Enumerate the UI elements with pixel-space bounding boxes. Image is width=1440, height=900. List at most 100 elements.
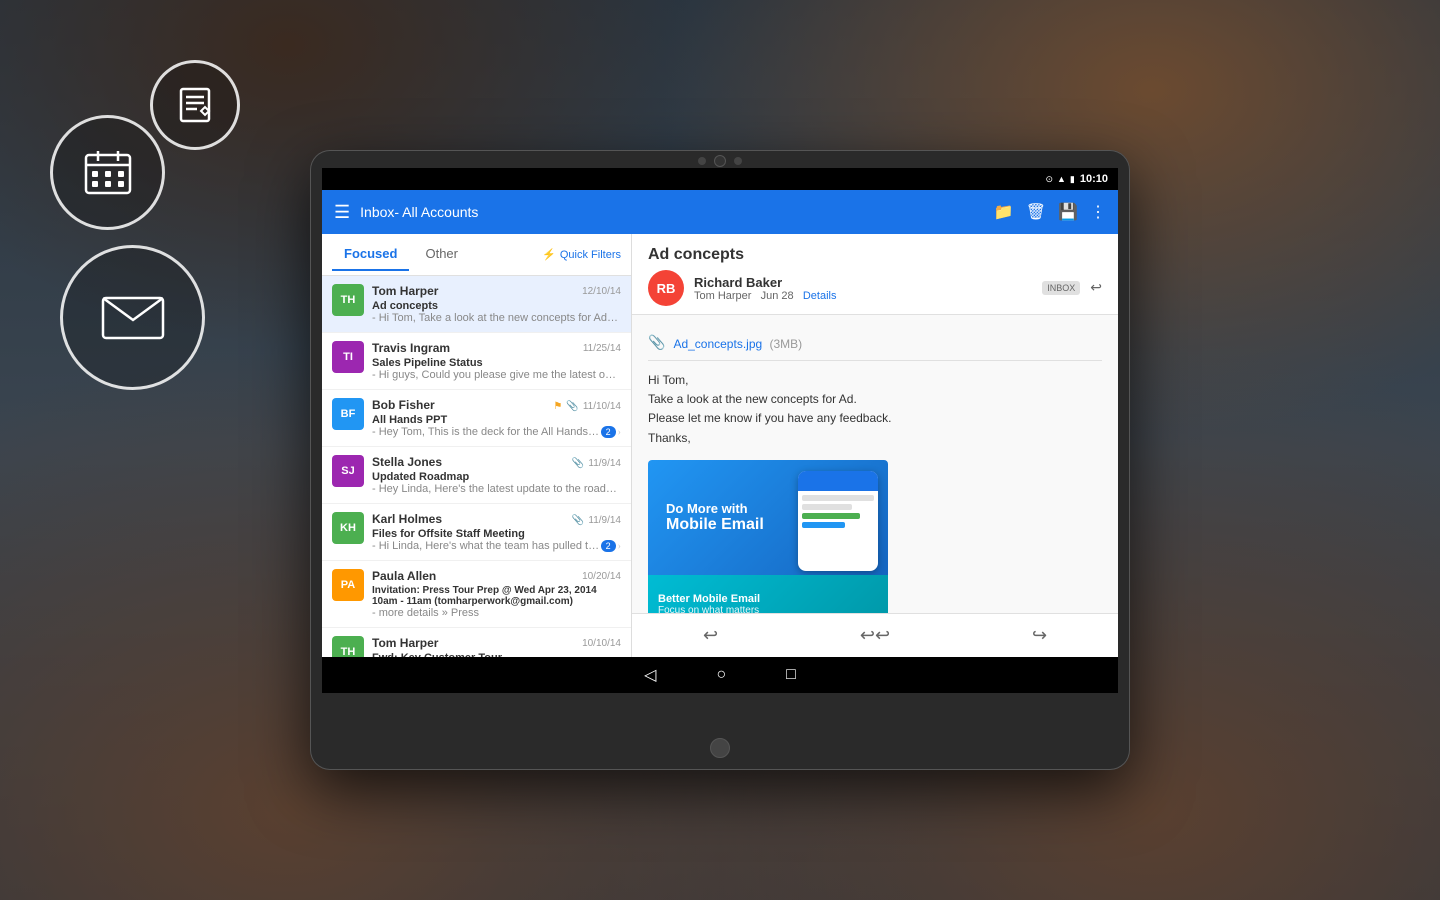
mail-icon [98,290,168,345]
promo-text-2: Better Mobile Email Focus on what matter… [658,593,760,613]
inbox-badge: INBOX [1042,281,1080,295]
status-time: 10:10 [1080,173,1108,185]
notes-icon [173,83,217,127]
save-icon-button[interactable]: 💾 [1058,202,1078,222]
recent-nav-button[interactable]: □ [786,666,796,684]
badge-5: 2 [601,540,616,552]
email-header-1: Tom Harper 12/10/14 [372,284,621,298]
email-content-4: Stella Jones 📎 11/9/14 Updated Roadmap -… [372,455,621,495]
reply-button[interactable]: ↩ [703,625,718,646]
phone-line-1 [802,495,874,501]
email-meta-4: 📎 11/9/14 [572,458,621,469]
email-badge-row-5: 2 › [601,540,621,552]
email-preview-5: - Hi Linda, Here's what the team has pul… [372,540,601,552]
detail-date: Jun 28 [761,290,794,302]
app-bar-actions: 📁 🗑 💾 ⋮ [994,202,1106,222]
email-content-1: Tom Harper 12/10/14 Ad concepts - Hi Tom… [372,284,621,324]
email-date-1: 12/10/14 [582,286,621,297]
lightning-icon: ⚡ [542,248,556,261]
tab-focused[interactable]: Focused [332,238,409,271]
promo-banner-2: Better Mobile Email Focus on what matter… [648,575,888,613]
badge-3: 2 [601,426,616,438]
email-date-6: 10/20/14 [582,571,621,582]
forward-button[interactable]: ↪ [1032,625,1047,646]
reply-all-button[interactable]: ↩↩ [860,625,890,646]
email-badge-row-3: 2 › [601,426,621,438]
email-subject-4: Updated Roadmap [372,471,621,483]
status-icons: ⊙ ▲ ▮ [1045,174,1074,185]
email-subject-5: Files for Offsite Staff Meeting [372,528,621,540]
detail-sender-name: Richard Baker [694,275,1032,290]
promo-line-1a: Do More with [666,501,780,516]
phone-illustration [798,471,878,571]
email-preview-row-3: - Hey Tom, This is the deck for the All … [372,426,621,438]
email-preview-2: - Hi guys, Could you please give me the … [372,369,621,381]
tabs-row: Focused Other ⚡ Quick Filters [322,234,631,276]
email-item-2[interactable]: TI Travis Ingram 11/25/14 Sales Pipeline… [322,333,631,390]
attachment-name[interactable]: Ad_concepts.jpg (3MB) [673,337,802,351]
home-nav-button[interactable]: ○ [716,666,726,684]
status-bar: ⊙ ▲ ▮ 10:10 [322,168,1118,190]
email-header-7: Tom Harper 10/10/14 [372,636,621,650]
paperclip-icon-4: 📎 [572,458,584,469]
email-image-preview: Do More with Mobile Email [648,460,888,613]
tablet-home-button[interactable] [710,738,730,758]
android-nav-bar: ◁ ○ □ [322,657,1118,693]
delete-icon-button[interactable]: 🗑 [1026,202,1046,222]
phone-line-3 [802,513,860,519]
attachment-row: 📎 Ad_concepts.jpg (3MB) [648,327,1102,361]
email-item-5[interactable]: KH Karl Holmes 📎 11/9/14 Files for Off [322,504,631,561]
promo-line-2b: Focus on what matters [658,605,760,613]
email-sender-4: Stella Jones [372,455,442,469]
email-subject-6: Invitation: Press Tour Prep @ Wed Apr 23… [372,585,621,607]
app-bar-title: Inbox- All Accounts [360,204,984,220]
tablet-camera [698,155,742,167]
email-sender-7: Tom Harper [372,636,438,650]
email-subject-2: Sales Pipeline Status [372,357,621,369]
email-content-5: Karl Holmes 📎 11/9/14 Files for Offsite … [372,512,621,552]
email-sender-3: Bob Fisher [372,398,435,412]
email-preview-row-5: - Hi Linda, Here's what the team has pul… [372,540,621,552]
email-item-7[interactable]: TH Tom Harper 10/10/14 Fwd: Key Customer… [322,628,631,657]
email-header-3: Bob Fisher ⚑ 📎 11/10/14 [372,398,621,412]
paperclip-icon-3: 📎 [566,401,578,412]
email-content-6: Paula Allen 10/20/14 Invitation: Press T… [372,569,621,619]
email-preview-6: - more details » Press [372,607,621,619]
phone-line-4 [802,522,845,528]
tablet-frame: ⊙ ▲ ▮ 10:10 ☰ Inbox- All Accounts 📁 🗑 💾 … [310,150,1130,770]
reply-icon-header[interactable]: ↩ [1090,280,1102,297]
tablet-container: ⊙ ▲ ▮ 10:10 ☰ Inbox- All Accounts 📁 🗑 💾 … [310,150,1130,770]
hamburger-menu-button[interactable]: ☰ [334,202,350,223]
detail-sender-info: Richard Baker Tom Harper Jun 28 Details [694,275,1032,302]
mail-icon-circle [60,245,205,390]
overflow-menu-button[interactable]: ⋮ [1090,202,1106,222]
app-screen: ⊙ ▲ ▮ 10:10 ☰ Inbox- All Accounts 📁 🗑 💾 … [322,168,1118,693]
email-content-7: Tom Harper 10/10/14 Fwd: Key Customer To… [372,636,621,657]
detail-details-link[interactable]: Details [803,290,837,302]
email-detail-panel: Ad concepts RB Richard Baker Tom Harper … [632,234,1118,657]
avatar-5: KH [332,512,364,544]
email-item-4[interactable]: SJ Stella Jones 📎 11/9/14 Updated Road [322,447,631,504]
email-item-1[interactable]: TH Tom Harper 12/10/14 Ad concepts - Hi … [322,276,631,333]
email-sender-5: Karl Holmes [372,512,442,526]
quick-filters-button[interactable]: ⚡ Quick Filters [542,248,621,261]
tab-other[interactable]: Other [413,238,470,271]
email-header-6: Paula Allen 10/20/14 [372,569,621,583]
quick-filters-label: Quick Filters [560,249,621,261]
email-item-3[interactable]: BF Bob Fisher ⚑ 📎 11/10/14 [322,390,631,447]
folder-icon-button[interactable]: 📁 [994,202,1014,222]
back-nav-button[interactable]: ◁ [644,665,656,685]
email-meta-3: ⚑ 📎 11/10/14 [553,401,621,412]
detail-body: 📎 Ad_concepts.jpg (3MB) Hi Tom, Take a l… [632,315,1118,613]
attachment-filename: Ad_concepts.jpg [673,337,762,351]
detail-subject: Ad concepts [648,246,1102,264]
email-meta-5: 📎 11/9/14 [572,515,621,526]
promo-banner-1: Do More with Mobile Email [648,460,888,575]
attachment-size: (3MB) [770,337,803,351]
alarm-icon: ⊙ [1045,174,1053,185]
email-content-3: Bob Fisher ⚑ 📎 11/10/14 All Hands PPT [372,398,621,438]
chevron-3: › [618,427,621,438]
main-content: Focused Other ⚡ Quick Filters TH [322,234,1118,657]
email-item-6[interactable]: PA Paula Allen 10/20/14 Invitation: Pres… [322,561,631,628]
email-list[interactable]: TH Tom Harper 12/10/14 Ad concepts - Hi … [322,276,631,657]
